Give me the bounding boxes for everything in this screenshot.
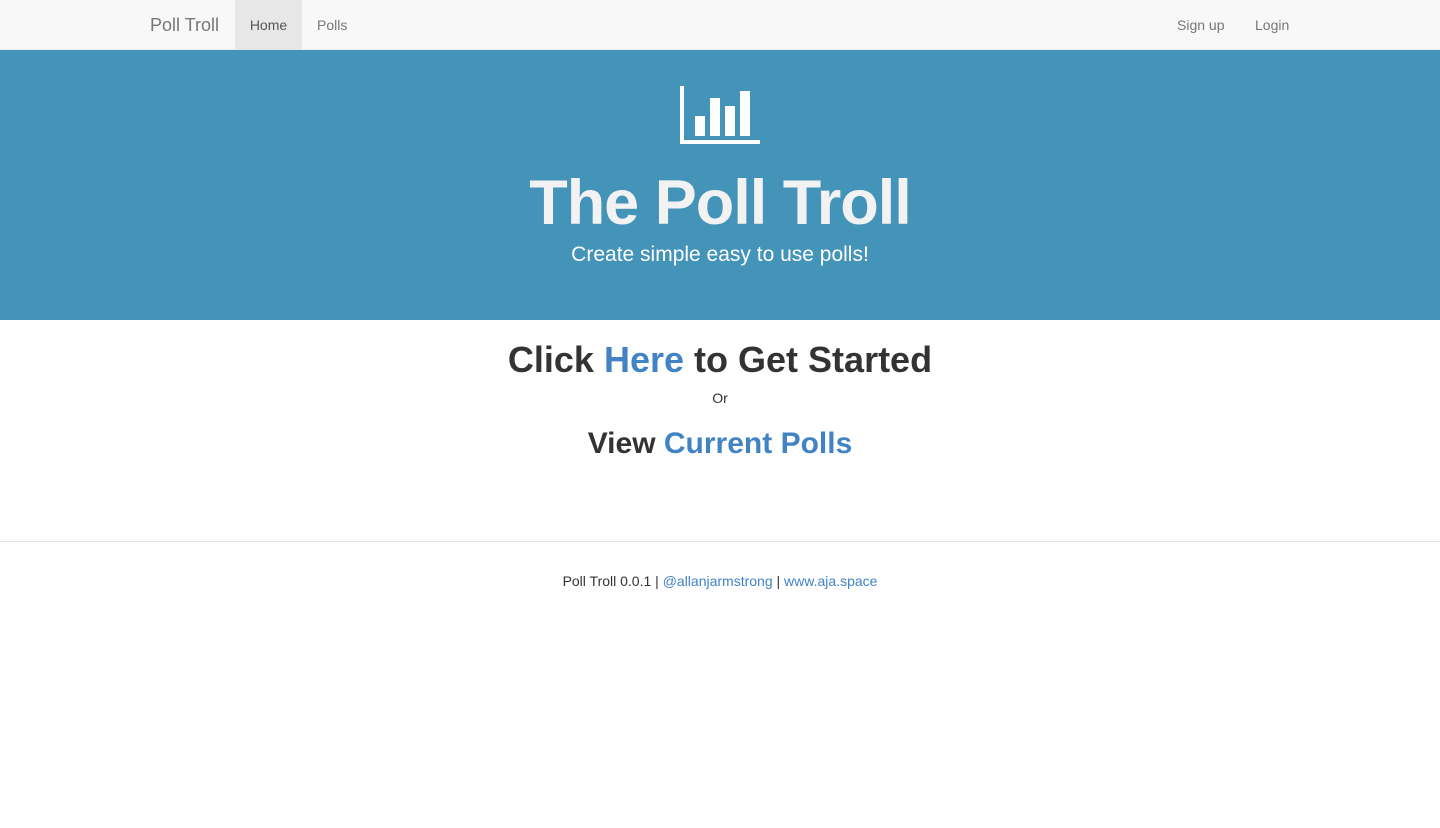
footer-separator: | [776,573,781,589]
hero-subtitle: Create simple easy to use polls! [571,243,869,266]
get-started-heading: Click Here to Get Started [0,339,1440,381]
footer-divider [0,541,1440,542]
footer-separator: | [655,573,659,589]
footer-twitter-link[interactable]: @allanjarmstrong [663,573,773,589]
footer-website-link[interactable]: www.aja.space [784,573,877,589]
nav-login[interactable]: Login [1240,0,1304,50]
nav-home[interactable]: Home [235,0,302,50]
brand-link[interactable]: Poll Troll [150,0,219,50]
top-navbar: Poll Troll Home Polls Sign up Login [0,0,1440,50]
hero-title: The Poll Troll [529,168,912,238]
get-started-suffix: to Get Started [694,339,933,380]
current-polls-link[interactable]: Current Polls [664,427,852,460]
footer: Poll Troll 0.0.1 | @allanjarmstrong | ww… [0,572,1440,590]
get-started-link[interactable]: Here [604,339,684,380]
view-polls-prefix: View [587,427,656,460]
or-separator: Or [712,390,728,406]
hero-banner: The Poll Troll Create simple easy to use… [0,50,1440,320]
get-started-prefix: Click [507,339,594,380]
bar-chart-icon [680,86,760,144]
nav-sign-up[interactable]: Sign up [1162,0,1239,50]
nav-polls[interactable]: Polls [302,0,362,50]
view-polls-heading: View Current Polls [0,426,1440,462]
footer-version: Poll Troll 0.0.1 [562,573,652,589]
